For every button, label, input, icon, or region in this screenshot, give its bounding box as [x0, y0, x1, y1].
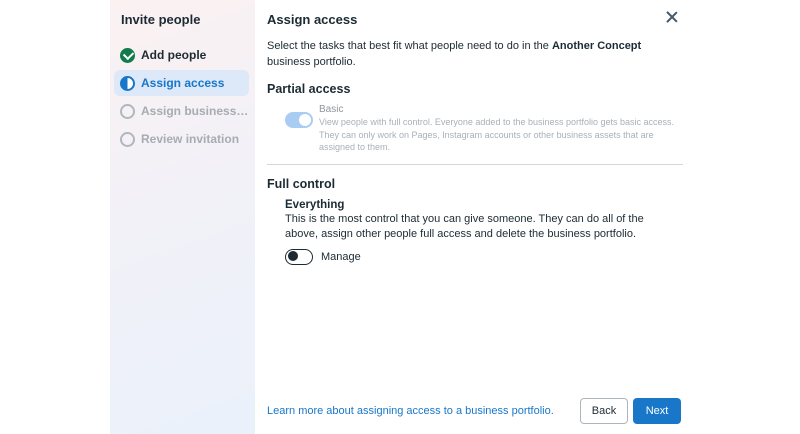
manage-toggle-row[interactable]: Manage [285, 248, 699, 265]
sidebar: Invite people Add people Assign access A… [110, 0, 255, 434]
step-label: Assign business a... [141, 104, 249, 118]
business-name: Another Concept [551, 40, 642, 52]
step-label: Assign access [141, 76, 225, 90]
everything-option-description: This is the most control that you can gi… [285, 212, 644, 241]
everything-option-title: Everything [285, 198, 345, 211]
basic-toggle [285, 112, 313, 128]
step-label: Review invitation [141, 132, 240, 146]
learn-more-link[interactable]: Learn more about assigning access to a b… [267, 405, 580, 417]
dialog-footer: Learn more about assigning access to a b… [267, 398, 681, 424]
main-panel: Assign access Select the tasks that best… [255, 0, 699, 434]
step-add-people[interactable]: Add people [114, 42, 249, 68]
intro-text: Select the tasks that best fit what peop… [267, 40, 642, 68]
divider [267, 163, 683, 165]
half-circle-icon [120, 75, 135, 91]
page-title: Assign access [267, 12, 358, 27]
step-assign-access[interactable]: Assign access [114, 70, 249, 96]
basic-option-title: Basic [319, 104, 344, 115]
next-button[interactable]: Next [633, 398, 681, 424]
full-control-heading: Full control [267, 176, 336, 191]
basic-option: Basic View people with full control. Eve… [285, 104, 699, 154]
empty-circle-icon [120, 103, 135, 119]
check-circle-icon [120, 47, 135, 63]
manage-toggle[interactable] [285, 248, 313, 265]
step-assign-business-assets: Assign business a... [114, 98, 249, 124]
step-label: Add people [141, 48, 207, 62]
partial-access-heading: Partial access [267, 82, 351, 96]
empty-circle-icon [120, 131, 135, 147]
everything-option: Everything This is the most control that… [285, 199, 699, 265]
invite-people-dialog: Invite people Add people Assign access A… [110, 0, 699, 434]
sidebar-title: Invite people [121, 12, 201, 27]
manage-toggle-label: Manage [321, 250, 361, 263]
back-button[interactable]: Back [580, 398, 628, 424]
basic-option-description: View people with full control. Everyone … [319, 117, 675, 152]
close-icon[interactable] [665, 10, 679, 24]
step-review-invitation: Review invitation [114, 126, 249, 152]
